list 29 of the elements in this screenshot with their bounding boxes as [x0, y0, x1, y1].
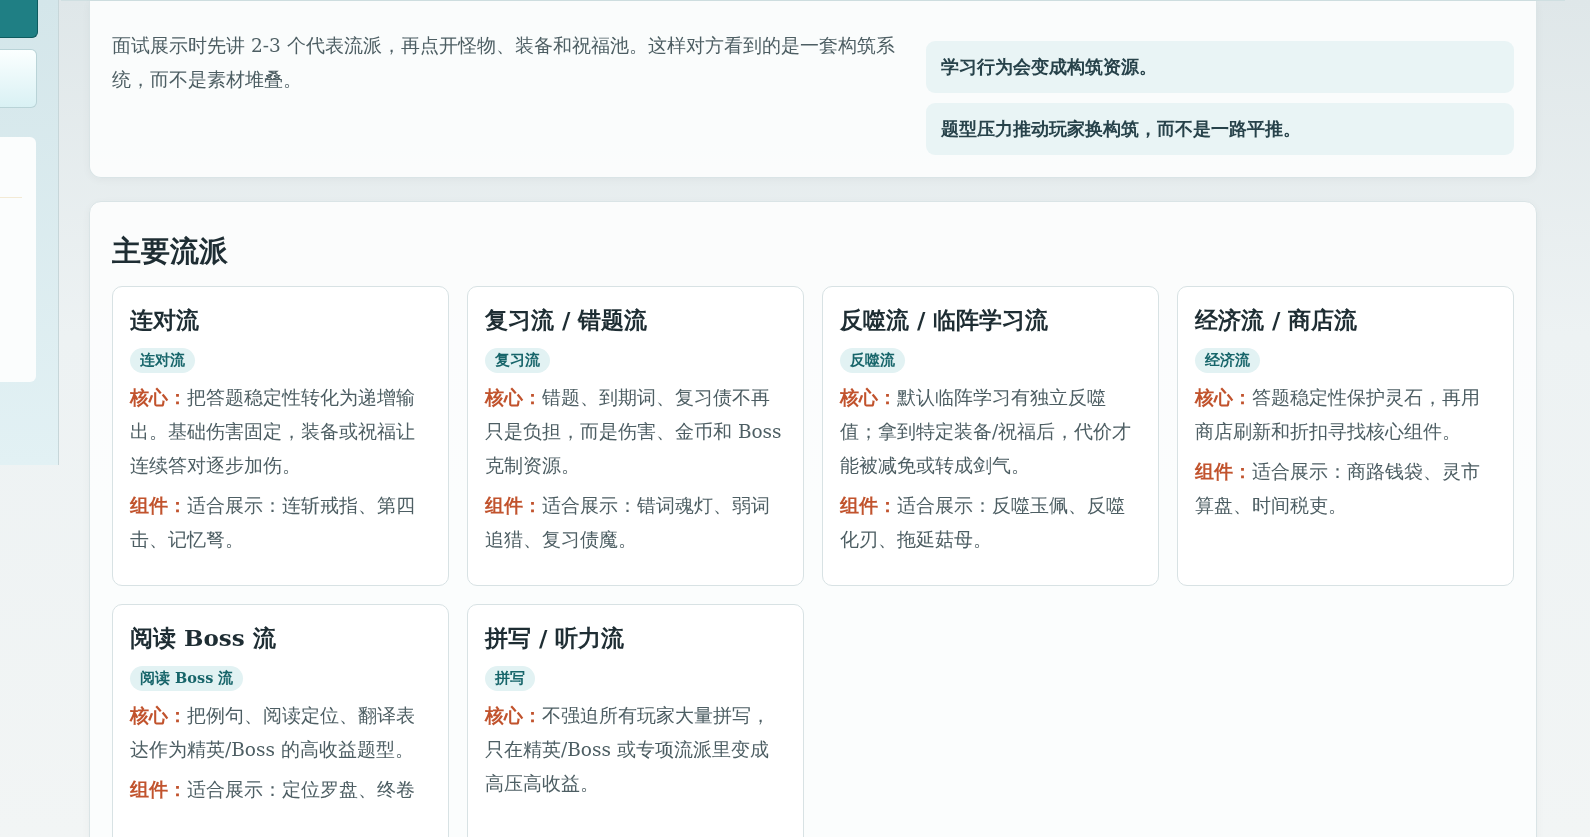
core-text: 核心：答题稳定性保护灵石，再用商店刷新和折扣寻找核心组件。	[1195, 386, 1481, 444]
school-tag: 反噬流	[840, 348, 905, 373]
section-title: 主要流派	[112, 233, 229, 270]
key-point: 题型压力推动玩家换构筑，而不是一路平推。	[926, 103, 1514, 155]
core-text: 核心：不强迫所有玩家大量拼写，只在精英/Boss 或专项流派里变成高压高收益。	[485, 704, 771, 796]
core-text: 核心：把答题稳定性转化为递增输出。基础伤害固定，装备或祝福让连续答对逐步加伤。	[130, 386, 416, 478]
parts-text: 组件：适合展示：连斩戒指、第四击、记忆弩。	[130, 494, 416, 552]
core-text: 核心：默认临阵学习有独立反噬值；拿到特定装备/祝福后，代价才能被减免或转成剑气。	[840, 386, 1133, 478]
school-tag: 复习流	[485, 348, 550, 373]
school-title: 反噬流 / 临阵学习流	[840, 305, 1050, 335]
school-tag: 经济流	[1195, 348, 1260, 373]
core-text: 核心：错题、到期词、复习债不再只是负担，而是伤害、金币和 Boss 克制资源。	[485, 386, 783, 478]
core-text: 核心：把例句、阅读定位、翻译表达作为精英/Boss 的高收益题型。	[130, 704, 416, 762]
parts-text: 组件：适合展示：定位罗盘、终卷	[130, 778, 416, 802]
school-title: 连对流	[130, 305, 200, 335]
school-tag: 阅读 Boss 流	[130, 666, 244, 691]
school-tag: 连对流	[130, 348, 195, 373]
school-title: 阅读 Boss 流	[130, 623, 277, 653]
intro-text: 面试展示时先讲 2-3 个代表流派，再点开怪物、装备和祝福池。这样对方看到的是一套构筑系统，而不是素材堆叠。	[112, 34, 896, 92]
parts-text: 组件：适合展示：错词魂灯、弱词追猎、复习债魔。	[485, 494, 771, 552]
sidebar-button[interactable]	[0, 0, 38, 38]
sidebar-card	[0, 49, 37, 108]
school-tag: 拼写	[485, 666, 535, 691]
parts-text: 组件：适合展示：商路钱袋、灵市算盘、时间税吏。	[1195, 460, 1481, 518]
school-title: 复习流 / 错题流	[485, 305, 649, 335]
parts-text: 组件：适合展示：反噬玉佩、反噬化刃、拖延菇母。	[840, 494, 1126, 552]
key-point: 学习行为会变成构筑资源。	[926, 41, 1514, 93]
school-title: 经济流 / 商店流	[1195, 305, 1359, 335]
school-title: 拼写 / 听力流	[485, 623, 626, 653]
